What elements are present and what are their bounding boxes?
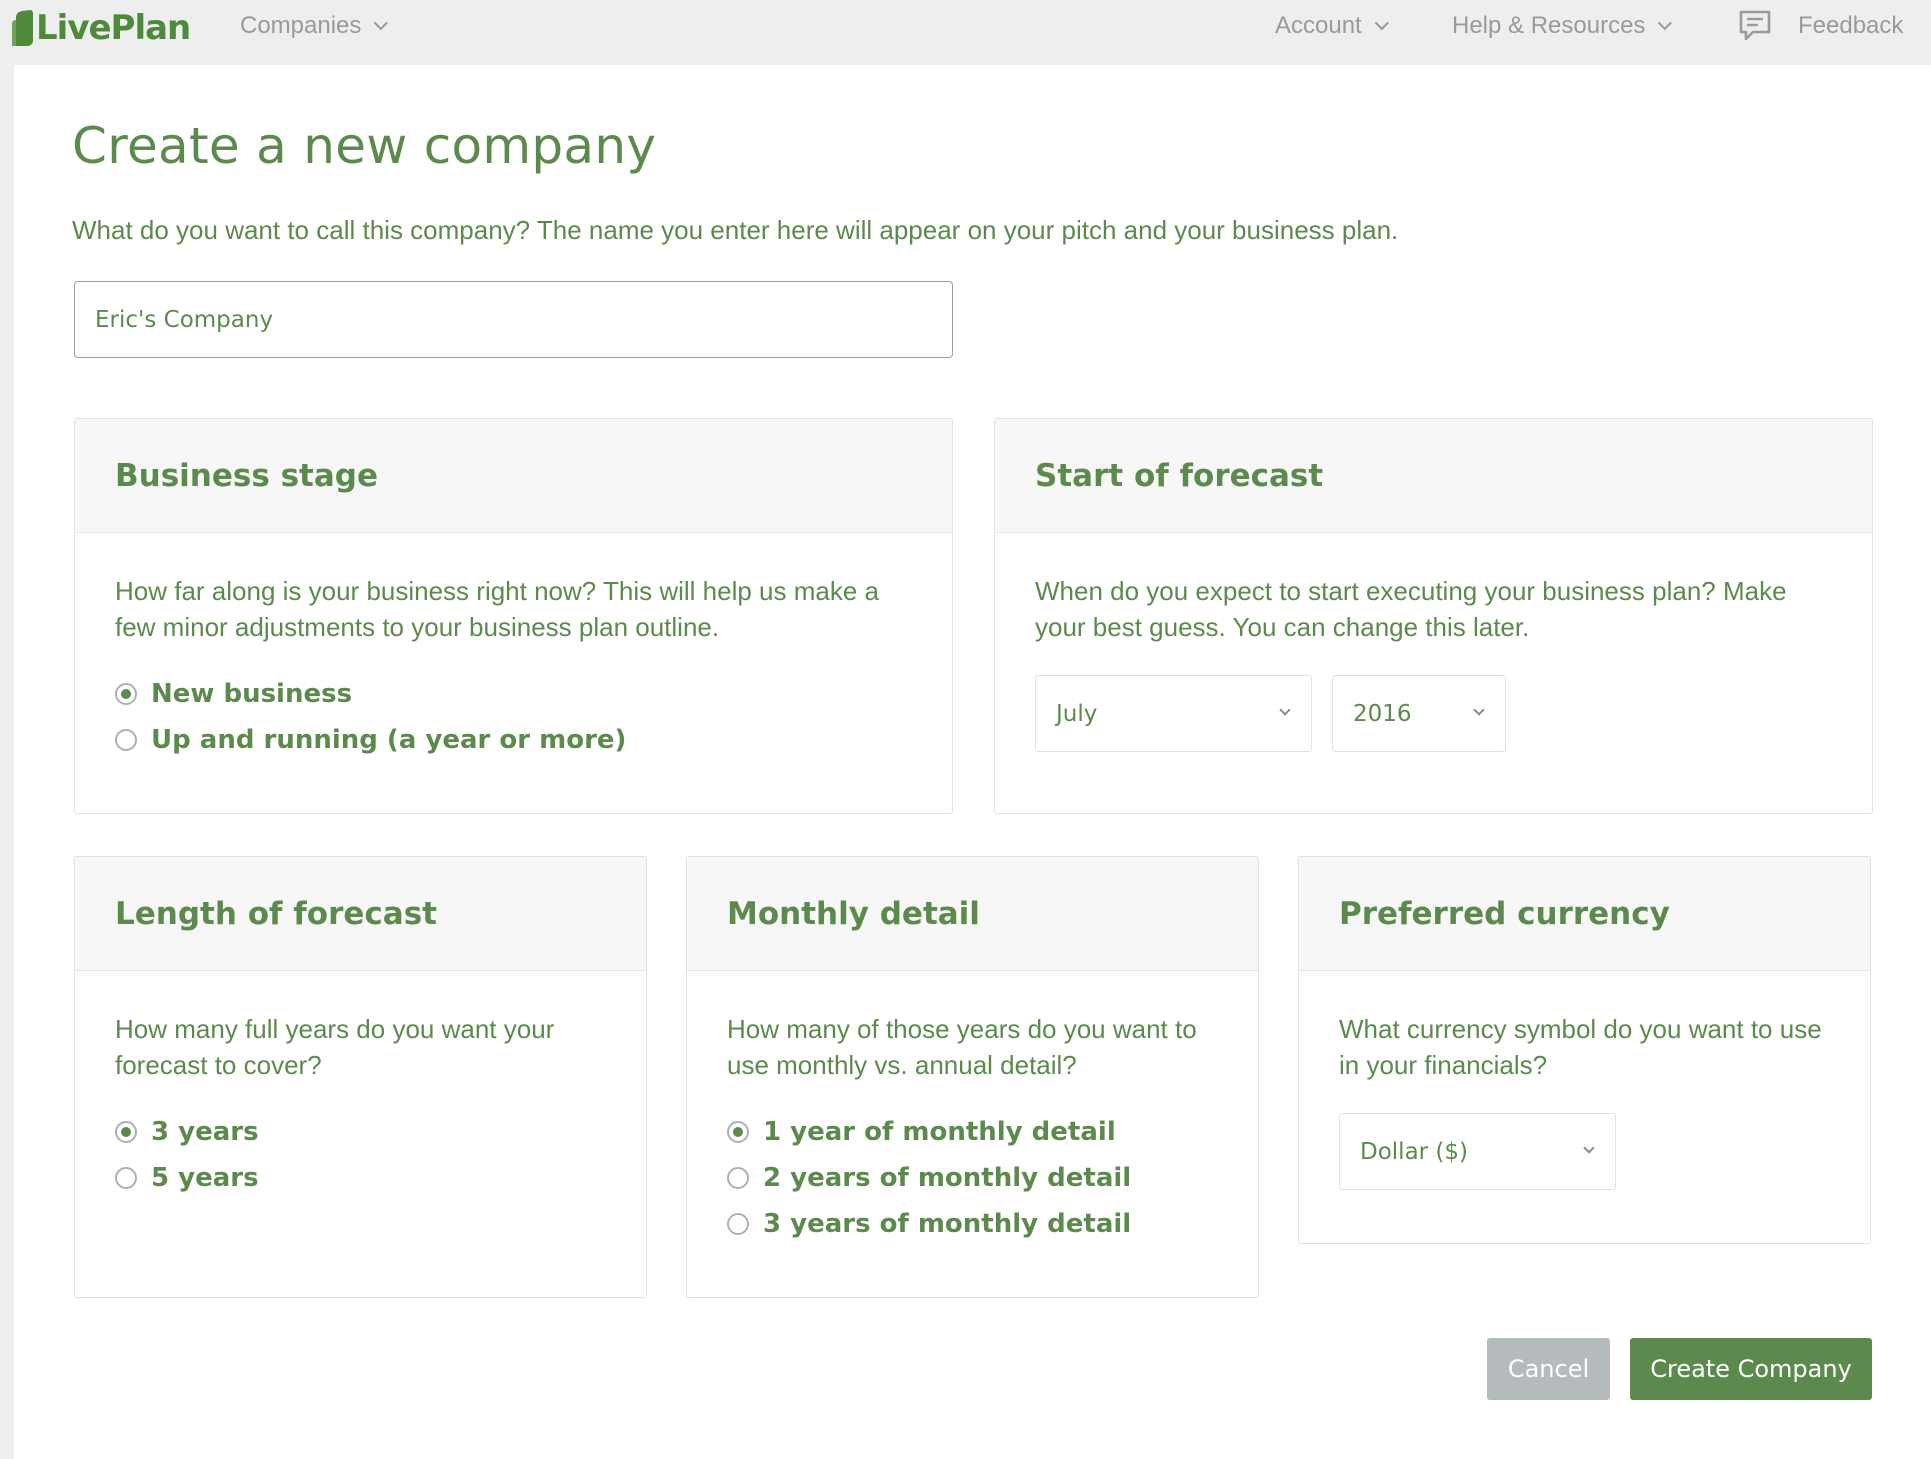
- radio-option-3-years-monthly[interactable]: 3 years of monthly detail: [727, 1201, 1218, 1247]
- companies-menu-label: Companies: [240, 12, 362, 39]
- radio-selected-icon[interactable]: [727, 1121, 749, 1143]
- radio-label: Up and running (a year or more): [151, 725, 627, 755]
- radio-option-5-years[interactable]: 5 years: [115, 1155, 606, 1201]
- start-of-forecast-header: Start of forecast: [995, 419, 1872, 533]
- chevron-down-icon: [1374, 16, 1389, 31]
- radio-label: 3 years: [151, 1117, 259, 1147]
- length-of-forecast-description: How many full years do you want your for…: [115, 1014, 555, 1080]
- monthly-detail-card: Monthly detail How many of those years d…: [686, 856, 1259, 1298]
- radio-label: 3 years of monthly detail: [763, 1209, 1132, 1239]
- company-name-prompt: What do you want to call this company? T…: [72, 215, 1399, 245]
- feedback-label: Feedback: [1798, 12, 1904, 39]
- preferred-currency-card: Preferred currency What currency symbol …: [1298, 856, 1871, 1244]
- page-title: Create a new company: [72, 117, 657, 175]
- help-resources-menu-label: Help & Resources: [1452, 12, 1646, 39]
- radio-selected-icon[interactable]: [115, 683, 137, 705]
- radio-option-1-year-monthly[interactable]: 1 year of monthly detail: [727, 1109, 1218, 1155]
- monthly-detail-title: Monthly detail: [727, 895, 980, 932]
- feedback-link[interactable]: Feedback: [1738, 0, 1903, 52]
- account-menu-label: Account: [1275, 12, 1362, 39]
- radio-label: 2 years of monthly detail: [763, 1163, 1132, 1193]
- business-stage-description: How far along is your business right now…: [115, 576, 879, 642]
- radio-unselected-icon[interactable]: [727, 1213, 749, 1235]
- create-company-button[interactable]: Create Company: [1630, 1338, 1872, 1400]
- monthly-detail-options: 1 year of monthly detail 2 years of mont…: [727, 1109, 1218, 1247]
- radio-label: 5 years: [151, 1163, 259, 1193]
- monthly-detail-description: How many of those years do you want to u…: [727, 1014, 1197, 1080]
- account-menu[interactable]: Account: [1275, 0, 1389, 52]
- chevron-down-icon: [1658, 16, 1673, 31]
- radio-option-2-years-monthly[interactable]: 2 years of monthly detail: [727, 1155, 1218, 1201]
- start-of-forecast-card: Start of forecast When do you expect to …: [994, 418, 1873, 814]
- start-of-forecast-description: When do you expect to start executing yo…: [1035, 576, 1787, 642]
- radio-option-3-years[interactable]: 3 years: [115, 1109, 606, 1155]
- start-year-value: 2016: [1353, 700, 1412, 727]
- monthly-detail-header: Monthly detail: [687, 857, 1258, 971]
- length-of-forecast-card: Length of forecast How many full years d…: [74, 856, 647, 1298]
- preferred-currency-body: What currency symbol do you want to use …: [1299, 971, 1870, 1083]
- chevron-down-icon: [374, 16, 389, 31]
- radio-label: New business: [151, 679, 353, 709]
- start-of-forecast-title: Start of forecast: [1035, 457, 1324, 494]
- start-month-value: July: [1056, 700, 1098, 727]
- feedback-icon: [1739, 10, 1771, 41]
- logo-text: LivePlan: [36, 8, 191, 48]
- business-stage-title: Business stage: [115, 457, 378, 494]
- radio-selected-icon[interactable]: [115, 1121, 137, 1143]
- chevron-down-icon: [1583, 1142, 1595, 1154]
- preferred-currency-description: What currency symbol do you want to use …: [1339, 1014, 1822, 1080]
- companies-menu[interactable]: Companies: [240, 0, 389, 52]
- liveplan-logo[interactable]: LivePlan: [12, 4, 191, 52]
- monthly-detail-body: How many of those years do you want to u…: [687, 971, 1258, 1247]
- business-stage-card: Business stage How far along is your bus…: [74, 418, 953, 814]
- length-of-forecast-options: 3 years 5 years: [115, 1109, 606, 1201]
- business-stage-body: How far along is your business right now…: [75, 533, 952, 763]
- company-name-input[interactable]: [74, 281, 953, 358]
- logo-leaf-icon: [12, 10, 33, 46]
- start-of-forecast-body: When do you expect to start executing yo…: [995, 533, 1872, 645]
- radio-option-new-business[interactable]: New business: [115, 671, 912, 717]
- top-navigation-bar: LivePlan Companies Account Help & Resour…: [0, 0, 1931, 65]
- start-month-select[interactable]: July: [1035, 675, 1312, 752]
- business-stage-header: Business stage: [75, 419, 952, 533]
- help-resources-menu[interactable]: Help & Resources: [1452, 0, 1673, 52]
- currency-select[interactable]: Dollar ($): [1339, 1113, 1616, 1190]
- radio-label: 1 year of monthly detail: [763, 1117, 1116, 1147]
- chevron-down-icon: [1473, 704, 1485, 716]
- business-stage-options: New business Up and running (a year or m…: [115, 671, 912, 763]
- length-of-forecast-body: How many full years do you want your for…: [75, 971, 646, 1201]
- currency-value: Dollar ($): [1360, 1138, 1469, 1165]
- chevron-down-icon: [1279, 704, 1291, 716]
- length-of-forecast-header: Length of forecast: [75, 857, 646, 971]
- main-panel: Create a new company What do you want to…: [14, 65, 1931, 1459]
- preferred-currency-header: Preferred currency: [1299, 857, 1870, 971]
- length-of-forecast-title: Length of forecast: [115, 895, 437, 932]
- radio-option-up-and-running[interactable]: Up and running (a year or more): [115, 717, 912, 763]
- preferred-currency-title: Preferred currency: [1339, 895, 1670, 932]
- start-year-select[interactable]: 2016: [1332, 675, 1506, 752]
- radio-unselected-icon[interactable]: [115, 1167, 137, 1189]
- radio-unselected-icon[interactable]: [727, 1167, 749, 1189]
- radio-unselected-icon[interactable]: [115, 729, 137, 751]
- cancel-button[interactable]: Cancel: [1487, 1338, 1610, 1400]
